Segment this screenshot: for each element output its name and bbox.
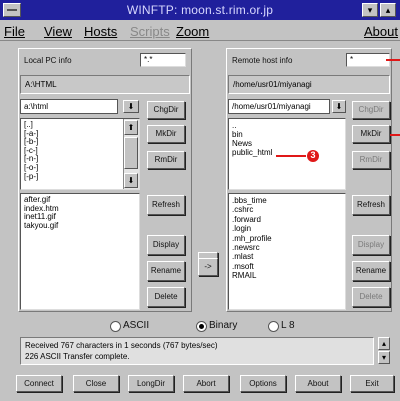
menu-view[interactable]: View bbox=[44, 24, 72, 40]
ascii-label: ASCII bbox=[123, 320, 150, 331]
exit-button[interactable]: Exit bbox=[350, 375, 394, 392]
list-item[interactable]: News bbox=[232, 139, 342, 148]
remote-rmdir-button[interactable]: RmDir bbox=[352, 151, 390, 169]
list-item[interactable]: .newsrc bbox=[232, 243, 342, 252]
connect-button[interactable]: Connect bbox=[16, 375, 62, 392]
binary-label: Binary bbox=[209, 320, 238, 331]
list-item[interactable]: RMAIL bbox=[232, 271, 342, 280]
close-button[interactable]: Close bbox=[73, 375, 119, 392]
remote-filter-input[interactable]: * bbox=[346, 53, 390, 67]
l8-radio[interactable] bbox=[268, 321, 279, 332]
list-item[interactable]: bin bbox=[232, 130, 342, 139]
local-drive-dropdown-button[interactable]: ⬇ bbox=[123, 100, 139, 113]
local-mkdir-button[interactable]: MkDir bbox=[147, 125, 185, 143]
status-log: Received 767 characters in 1 seconds (76… bbox=[20, 337, 374, 365]
local-file-list[interactable]: after.gif index.htm inet11.gif takyou.gi… bbox=[20, 193, 140, 310]
list-item[interactable]: .. bbox=[232, 121, 342, 130]
list-item[interactable]: .login bbox=[232, 224, 342, 233]
list-item[interactable]: [..] bbox=[24, 120, 121, 130]
ascii-radio[interactable] bbox=[110, 321, 121, 332]
remote-display-button[interactable]: Display bbox=[352, 235, 390, 255]
options-button[interactable]: Options bbox=[240, 375, 286, 392]
list-item[interactable]: .mh_profile bbox=[232, 234, 342, 243]
list-item[interactable]: [-c-] bbox=[24, 146, 121, 156]
remote-delete-button[interactable]: Delete bbox=[352, 287, 390, 307]
local-rename-button[interactable]: Rename bbox=[147, 261, 185, 281]
list-item[interactable]: [-b-] bbox=[24, 138, 121, 147]
maximize-button[interactable]: ▴ bbox=[380, 3, 396, 17]
status-scroll-down-icon[interactable]: ▾ bbox=[378, 351, 390, 364]
status-line: 226 ASCII Transfer complete. bbox=[25, 352, 130, 361]
callout-pointer-line bbox=[386, 59, 400, 61]
menu-scripts[interactable]: Scripts bbox=[130, 24, 170, 40]
about-button[interactable]: About bbox=[295, 375, 341, 392]
menu-about[interactable]: About bbox=[364, 24, 398, 40]
remote-rename-button[interactable]: Rename bbox=[352, 261, 390, 281]
list-item[interactable]: .forward bbox=[232, 215, 342, 224]
list-item[interactable]: [-p-] bbox=[24, 172, 121, 182]
local-rmdir-button[interactable]: RmDir bbox=[147, 151, 185, 169]
remote-dir-list[interactable]: .. bin News public_html bbox=[228, 118, 346, 190]
local-delete-button[interactable]: Delete bbox=[147, 287, 185, 307]
local-refresh-button[interactable]: Refresh bbox=[147, 195, 185, 215]
scroll-down-arrow-icon[interactable]: ⬇ bbox=[124, 173, 138, 188]
list-item[interactable]: takyou.gif bbox=[24, 221, 136, 231]
remote-file-list[interactable]: .bbs_time .cshrc .forward .login .mh_pro… bbox=[228, 193, 346, 310]
remote-chgdir-button[interactable]: ChgDir bbox=[352, 101, 390, 119]
callout-pointer-line bbox=[390, 134, 400, 136]
status-scroll-up-icon[interactable]: ▴ bbox=[378, 337, 390, 350]
list-item[interactable]: [-a-] bbox=[24, 129, 121, 139]
remote-dir-select[interactable]: /home/usr01/miyanagi bbox=[228, 99, 330, 114]
list-item[interactable]: .msoft bbox=[232, 262, 342, 271]
menu-zoom[interactable]: Zoom bbox=[176, 24, 209, 40]
local-chgdir-button[interactable]: ChgDir bbox=[147, 101, 185, 119]
local-drive-select[interactable]: a:\html bbox=[20, 99, 118, 114]
local-path: A:\HTML bbox=[20, 75, 190, 94]
abort-button[interactable]: Abort bbox=[183, 375, 229, 392]
list-item[interactable]: [-n-] bbox=[24, 155, 121, 164]
menu-hosts[interactable]: Hosts bbox=[84, 24, 117, 40]
status-line: Received 767 characters in 1 seconds (76… bbox=[25, 341, 218, 350]
remote-mkdir-button[interactable]: MkDir bbox=[352, 125, 390, 143]
scroll-thumb[interactable] bbox=[124, 137, 138, 169]
list-item[interactable]: [-o-] bbox=[24, 163, 121, 173]
list-item[interactable]: .bbs_time bbox=[232, 196, 342, 205]
remote-info-label: Remote host info bbox=[232, 56, 293, 65]
local-info-label: Local PC info bbox=[24, 56, 72, 65]
local-display-button[interactable]: Display bbox=[147, 235, 185, 255]
local-filter-input[interactable]: *.* bbox=[140, 53, 186, 67]
window-title: WINFTP: moon.st.rim.or.jp bbox=[126, 3, 274, 17]
upload-arrow-button[interactable]: -> bbox=[198, 258, 218, 276]
l8-label: L 8 bbox=[281, 320, 295, 331]
callout-pointer-line bbox=[276, 155, 306, 157]
longdir-button[interactable]: LongDir bbox=[128, 375, 174, 392]
remote-refresh-button[interactable]: Refresh bbox=[352, 195, 390, 215]
list-item[interactable]: .mlast bbox=[232, 252, 342, 261]
scroll-up-arrow-icon[interactable]: ⬆ bbox=[124, 120, 138, 135]
local-dir-list[interactable]: [..] [-a-] [-b-] [-c-] [-n-] [-o-] [-p-] bbox=[20, 118, 140, 190]
minimize-button[interactable]: ▾ bbox=[362, 3, 378, 17]
callout-badge: 3 bbox=[307, 150, 319, 162]
remote-dir-dropdown-button[interactable]: ⬇ bbox=[332, 100, 346, 113]
binary-radio[interactable] bbox=[196, 321, 207, 332]
menu-file[interactable]: File bbox=[4, 24, 25, 40]
list-item[interactable]: .cshrc bbox=[232, 205, 342, 214]
remote-path: /home/usr01/miyanagi bbox=[228, 75, 390, 94]
